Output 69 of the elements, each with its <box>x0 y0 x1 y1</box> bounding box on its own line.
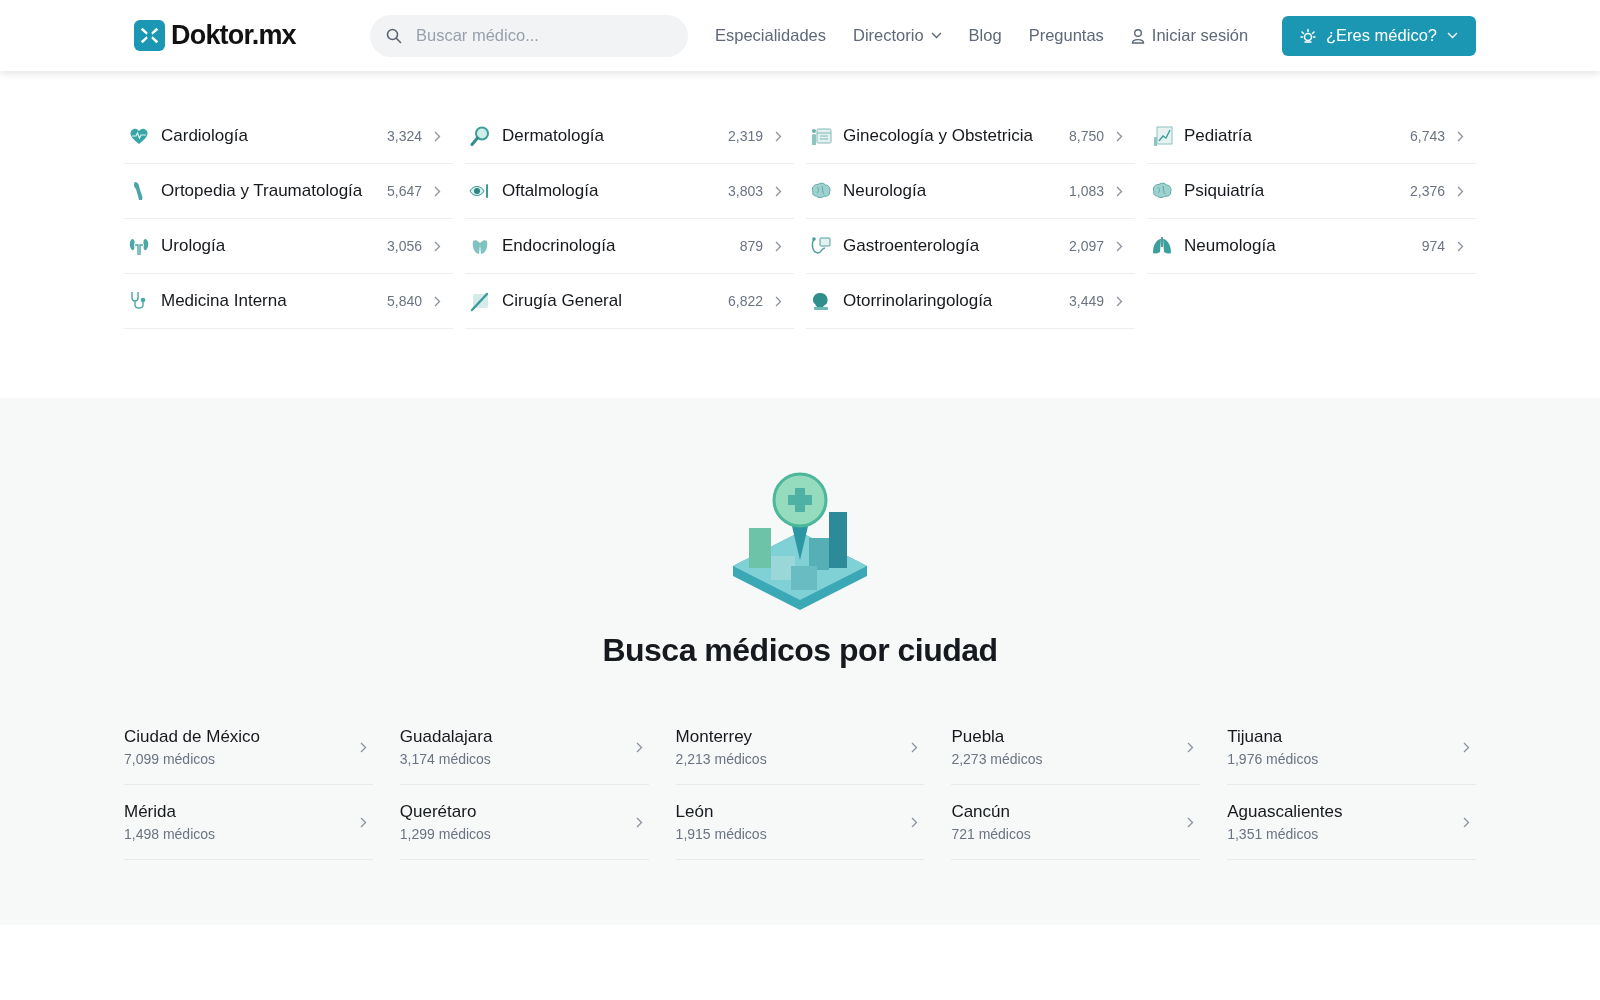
magnifier-icon <box>469 125 491 147</box>
chevron-down-icon <box>930 32 942 39</box>
chevron-right-icon <box>775 240 782 252</box>
chevron-right-icon <box>434 295 441 307</box>
scalpel-icon <box>469 290 491 312</box>
specialty-item[interactable]: Oftalmología 3,803 <box>465 164 794 219</box>
city-item[interactable]: Aguascalientes 1,351 médicos <box>1227 785 1476 860</box>
user-icon <box>1130 27 1145 44</box>
chevron-right-icon <box>1457 185 1464 197</box>
logo-text[interactable]: Doktor.mx <box>171 20 296 51</box>
nav-link[interactable]: Preguntas <box>1028 26 1104 45</box>
city-item[interactable]: Guadalajara 3,174 médicos <box>399 710 649 785</box>
specialty-item[interactable]: Gastroenterología 2,097 <box>806 219 1135 274</box>
specialty-item[interactable]: Pediatría 6,743 <box>1147 109 1476 164</box>
city-item[interactable]: Tijuana 1,976 médicos <box>1227 710 1476 785</box>
specialty-item[interactable]: Neurología 1,083 <box>806 164 1135 219</box>
nav-link[interactable]: Directorio <box>853 26 942 45</box>
specialty-item[interactable]: Neumología 974 <box>1147 219 1476 274</box>
nav-link[interactable]: Especialidades <box>715 26 826 45</box>
chevron-right-icon <box>911 741 919 753</box>
specialty-item[interactable]: Cardiología 3,324 <box>124 109 453 164</box>
specialty-item[interactable]: Ortopedia y Traumatología 5,647 <box>124 164 453 219</box>
city-item[interactable]: Ciudad de México 7,099 médicos <box>124 710 373 785</box>
chevron-right-icon <box>434 240 441 252</box>
chevron-right-icon <box>359 816 367 828</box>
city-item[interactable]: Querétaro 1,299 médicos <box>399 785 649 860</box>
nav-link[interactable]: Iniciar sesión <box>1130 26 1249 45</box>
chevron-down-icon <box>1447 32 1458 39</box>
chevron-right-icon <box>1187 816 1195 828</box>
chevron-right-icon <box>359 741 367 753</box>
chevron-right-icon <box>1116 240 1123 252</box>
calendar-icon <box>810 125 832 147</box>
specialty-item[interactable]: Otorrinolaringología 3,449 <box>806 274 1135 329</box>
city-item[interactable]: Monterrey 2,213 médicos <box>675 710 925 785</box>
specialty-item[interactable]: Dermatología 2,319 <box>465 109 794 164</box>
lightbulb-icon <box>1300 27 1317 44</box>
section-heading: Busca médicos por ciudad <box>602 631 998 670</box>
search-field[interactable]: Buscar médico... <box>370 14 688 57</box>
city-item[interactable]: León 1,915 médicos <box>675 785 925 860</box>
chevron-right-icon <box>775 130 782 142</box>
chevron-right-icon <box>775 295 782 307</box>
chevron-right-icon <box>434 130 441 142</box>
chevron-right-icon <box>1116 130 1123 142</box>
chevron-right-icon <box>1457 130 1464 142</box>
chevron-right-icon <box>911 816 919 828</box>
city-item[interactable]: Puebla 2,273 médicos <box>951 710 1201 785</box>
nav-link[interactable]: Blog <box>968 26 1002 45</box>
city-item[interactable]: Cancún 721 médicos <box>951 785 1201 860</box>
chevron-right-icon <box>1116 185 1123 197</box>
chevron-right-icon <box>1116 295 1123 307</box>
search-icon <box>386 27 402 44</box>
specialty-item[interactable]: Endocrinología 879 <box>465 219 794 274</box>
chevron-right-icon <box>1187 741 1195 753</box>
specialty-item[interactable]: Ginecología y Obstetricia 8,750 <box>806 109 1135 164</box>
chevron-right-icon <box>434 185 441 197</box>
chevron-right-icon <box>635 816 643 828</box>
chevron-right-icon <box>775 185 782 197</box>
monitor-icon <box>810 235 832 257</box>
chevron-right-icon <box>1457 240 1464 252</box>
specialty-item[interactable]: Cirugía General 6,822 <box>465 274 794 329</box>
chart-icon <box>1151 125 1173 147</box>
specialty-item[interactable]: Medicina Interna 5,840 <box>124 274 453 329</box>
chevron-right-icon <box>635 741 643 753</box>
specialty-item[interactable]: Psiquiatría 2,376 <box>1147 164 1476 219</box>
logo-icon <box>134 20 165 51</box>
city-item[interactable]: Mérida 1,498 médicos <box>124 785 373 860</box>
chevron-right-icon <box>1463 741 1470 753</box>
chevron-right-icon <box>1463 816 1470 828</box>
specialty-item[interactable]: Urología 3,056 <box>124 219 453 274</box>
